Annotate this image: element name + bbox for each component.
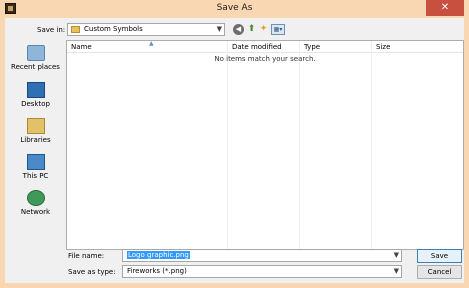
place-desktop[interactable]: Desktop	[8, 82, 63, 108]
recent-places-icon	[26, 45, 45, 61]
save-as-type-value: Fireworks (*.png)	[127, 267, 187, 275]
save-button[interactable]: Save	[417, 249, 462, 263]
cancel-button[interactable]: Cancel	[417, 265, 462, 279]
save-as-type-dropdown[interactable]: Fireworks (*.png) ▼	[122, 265, 402, 278]
place-recent-places[interactable]: Recent places	[8, 45, 63, 71]
file-name-label: File name:	[68, 252, 105, 260]
column-header-type[interactable]: Type	[300, 41, 371, 53]
place-label: Recent places	[11, 63, 60, 71]
save-in-label: Save in:	[37, 26, 66, 34]
libraries-icon	[26, 118, 45, 134]
up-folder-icon[interactable]: ⬆	[246, 24, 257, 35]
save-in-value: Custom Symbols	[84, 25, 143, 33]
column-divider	[299, 41, 300, 249]
save-in-dropdown[interactable]: Custom Symbols ▼	[67, 23, 225, 36]
desktop-icon	[26, 82, 45, 98]
new-folder-icon[interactable]: ✦	[258, 24, 269, 35]
place-label: Libraries	[20, 136, 51, 144]
save-as-dialog: Save As ✕ Save in: Custom Symbols ▼ ◀ ⬆ …	[0, 0, 469, 288]
file-name-value: Logo graphic.png	[127, 251, 190, 259]
file-list-header: Name ▲ Date modified Type Size	[67, 40, 463, 53]
column-divider	[227, 41, 228, 249]
column-divider	[371, 41, 372, 249]
column-header-size[interactable]: Size	[372, 41, 442, 53]
this-pc-icon	[26, 154, 45, 170]
place-label: Network	[20, 208, 51, 216]
place-label: This PC	[22, 172, 49, 180]
empty-list-message: No items match your search.	[214, 55, 316, 63]
file-name-input[interactable]: Logo graphic.png ▼	[122, 249, 402, 262]
places-bar: Recent places Desktop Libraries This PC …	[8, 41, 63, 249]
folder-icon	[71, 26, 80, 33]
view-menu-icon[interactable]: ▦▾	[271, 24, 285, 35]
chevron-down-icon: ▼	[393, 267, 399, 275]
close-button[interactable]: ✕	[426, 0, 464, 16]
chevron-down-icon[interactable]: ▼	[394, 251, 399, 259]
place-this-pc[interactable]: This PC	[8, 154, 63, 180]
file-list[interactable]: Name ▲ Date modified Type Size No items …	[66, 40, 464, 250]
chevron-down-icon: ▼	[216, 25, 222, 33]
column-header-date-modified[interactable]: Date modified	[228, 41, 300, 53]
place-label: Desktop	[21, 100, 50, 108]
save-as-type-label: Save as type:	[68, 268, 116, 276]
place-libraries[interactable]: Libraries	[8, 118, 63, 144]
dialog-body: Save in: Custom Symbols ▼ ◀ ⬆ ✦ ▦▾ Recen…	[5, 18, 464, 283]
network-icon	[26, 190, 45, 206]
place-network[interactable]: Network	[8, 190, 63, 216]
dialog-title: Save As	[216, 3, 253, 13]
back-icon[interactable]: ◀	[233, 24, 244, 35]
column-header-name[interactable]: Name	[67, 41, 227, 53]
title-bar[interactable]: Save As ✕	[0, 0, 469, 18]
sort-ascending-icon: ▲	[149, 40, 154, 47]
